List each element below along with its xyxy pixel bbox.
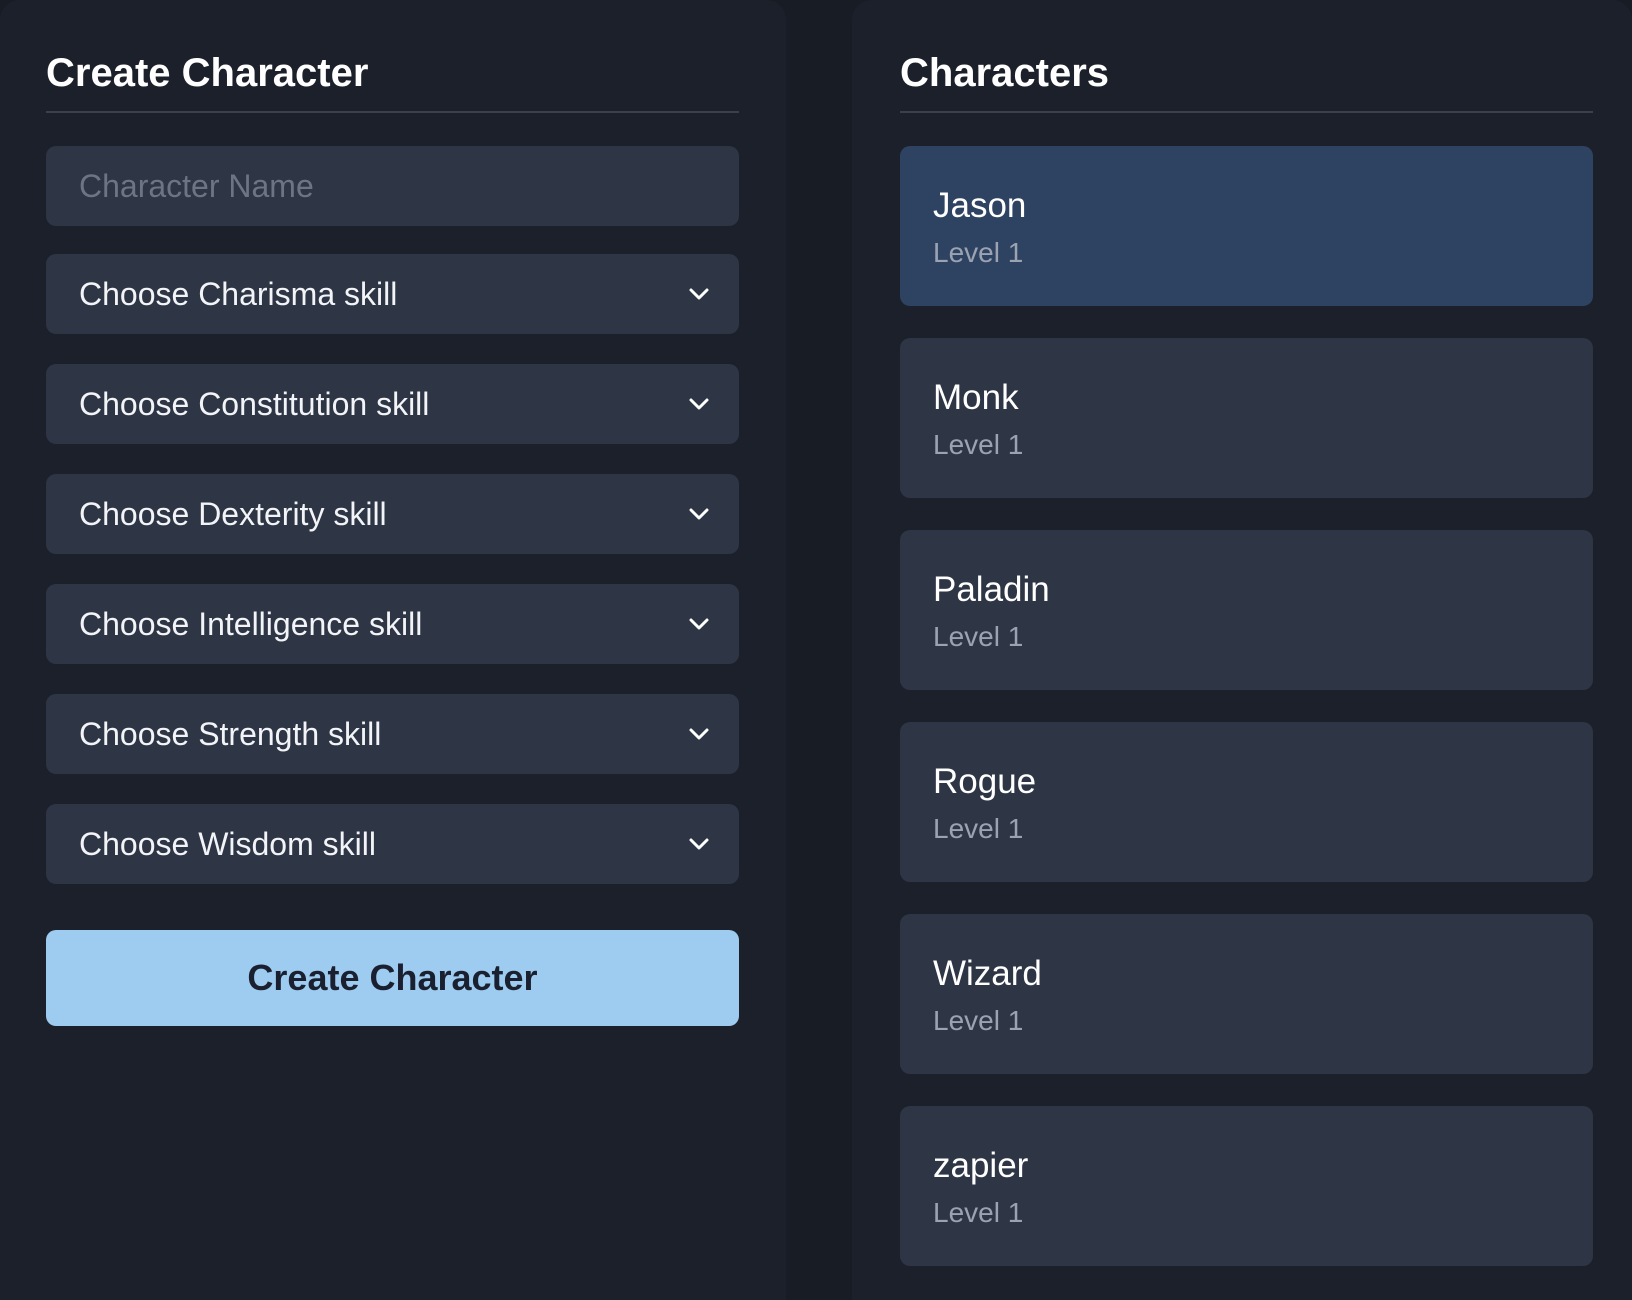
character-name: Rogue	[933, 762, 1037, 801]
characters-divider	[900, 111, 1593, 113]
character-card-monk[interactable]: Monk Level 1	[900, 338, 1593, 498]
chevron-down-icon	[689, 398, 709, 410]
chevron-down-icon	[689, 618, 709, 630]
strength-skill-select[interactable]: Choose Strength skill	[46, 694, 739, 774]
wisdom-skill-select-label: Choose Wisdom skill	[79, 826, 376, 862]
character-name: zapier	[933, 1146, 1029, 1185]
intelligence-skill-select[interactable]: Choose Intelligence skill	[46, 584, 739, 664]
character-level: Level 1	[933, 1197, 1024, 1228]
chevron-down-icon	[689, 288, 709, 300]
character-level: Level 1	[933, 1005, 1024, 1036]
create-character-button[interactable]: Create Character	[46, 930, 739, 1026]
create-character-panel: Create Character Choose Charisma skill C…	[0, 0, 786, 1300]
create-character-divider	[46, 111, 739, 113]
character-name: Paladin	[933, 570, 1050, 609]
character-card-wizard[interactable]: Wizard Level 1	[900, 914, 1593, 1074]
chevron-down-icon	[689, 838, 709, 850]
chevron-down-icon	[689, 508, 709, 520]
strength-skill-select-label: Choose Strength skill	[79, 716, 382, 752]
charisma-skill-select-label: Choose Charisma skill	[79, 276, 398, 312]
constitution-skill-select-label: Choose Constitution skill	[79, 386, 430, 422]
wisdom-skill-select[interactable]: Choose Wisdom skill	[46, 804, 739, 884]
character-level: Level 1	[933, 813, 1024, 844]
character-card-zapier[interactable]: zapier Level 1	[900, 1106, 1593, 1266]
character-name: Wizard	[933, 954, 1042, 993]
character-name: Monk	[933, 378, 1019, 417]
create-character-title: Create Character	[46, 51, 369, 95]
characters-panel: Characters Jason Level 1 Monk Level 1 Pa…	[852, 0, 1632, 1300]
charisma-skill-select[interactable]: Choose Charisma skill	[46, 254, 739, 334]
character-level: Level 1	[933, 237, 1024, 268]
dexterity-skill-select-label: Choose Dexterity skill	[79, 496, 387, 532]
character-card-paladin[interactable]: Paladin Level 1	[900, 530, 1593, 690]
dexterity-skill-select[interactable]: Choose Dexterity skill	[46, 474, 739, 554]
intelligence-skill-select-label: Choose Intelligence skill	[79, 606, 423, 642]
constitution-skill-select[interactable]: Choose Constitution skill	[46, 364, 739, 444]
chevron-down-icon	[689, 728, 709, 740]
characters-title: Characters	[900, 51, 1110, 95]
character-card-jason[interactable]: Jason Level 1	[900, 146, 1593, 306]
character-name: Jason	[933, 186, 1027, 225]
character-level: Level 1	[933, 621, 1024, 652]
character-card-rogue[interactable]: Rogue Level 1	[900, 722, 1593, 882]
character-name-input[interactable]	[46, 146, 739, 226]
character-level: Level 1	[933, 429, 1024, 460]
